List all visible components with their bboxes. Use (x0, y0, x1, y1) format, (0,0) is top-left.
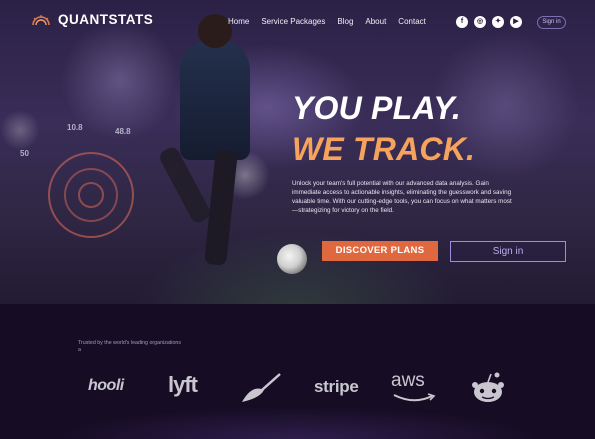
stadium-light (0, 110, 40, 150)
twitter-icon[interactable]: ✦ (492, 16, 504, 28)
nav-signin-button[interactable]: Sign in (537, 16, 566, 29)
nav-link-contact[interactable]: Contact (398, 17, 426, 26)
brand-name: QUANTSTATS (58, 12, 154, 27)
top-navbar: QUANTSTATS Home Service Packages Blog Ab… (0, 0, 595, 44)
player-leg (204, 149, 238, 266)
aws-logo: aws (391, 370, 425, 391)
nav-link-blog[interactable]: Blog (337, 17, 353, 26)
facebook-icon[interactable]: f (456, 16, 468, 28)
trusted-text: Trusted by the world's leading organizat… (78, 340, 181, 346)
footer-glow (0, 390, 595, 439)
hero-headline-1: YOU PLAY. (292, 90, 461, 126)
hero-signin-button[interactable]: Sign in (450, 241, 566, 262)
hero-headline-2: WE TRACK. (292, 131, 476, 167)
target-rings-icon (48, 152, 134, 238)
youtube-icon[interactable]: ▶ (510, 16, 522, 28)
trusted-label: Trusted by the world's leading organizat… (78, 340, 188, 354)
trusted-marker: a (78, 347, 81, 354)
overlay-stat: 10.8 (67, 123, 83, 132)
hero-description: Unlock your team's full potential with o… (292, 180, 512, 214)
overlay-stat: 50 (20, 149, 29, 158)
discover-plans-button[interactable]: DISCOVER PLANS (322, 241, 438, 261)
sunrise-fan-icon (32, 14, 50, 25)
soccer-ball-icon (277, 244, 307, 274)
nav-links: Home Service Packages Blog About Contact (228, 17, 438, 26)
nav-link-about[interactable]: About (365, 17, 386, 26)
instagram-icon[interactable]: ◎ (474, 16, 486, 28)
brand-logo[interactable]: QUANTSTATS (30, 12, 153, 27)
social-links: f ◎ ✦ ▶ (456, 16, 522, 28)
nav-link-home[interactable]: Home (228, 17, 249, 26)
nav-link-service-packages[interactable]: Service Packages (261, 17, 325, 26)
overlay-stat: 48.8 (115, 127, 131, 136)
player-torso (180, 40, 250, 160)
